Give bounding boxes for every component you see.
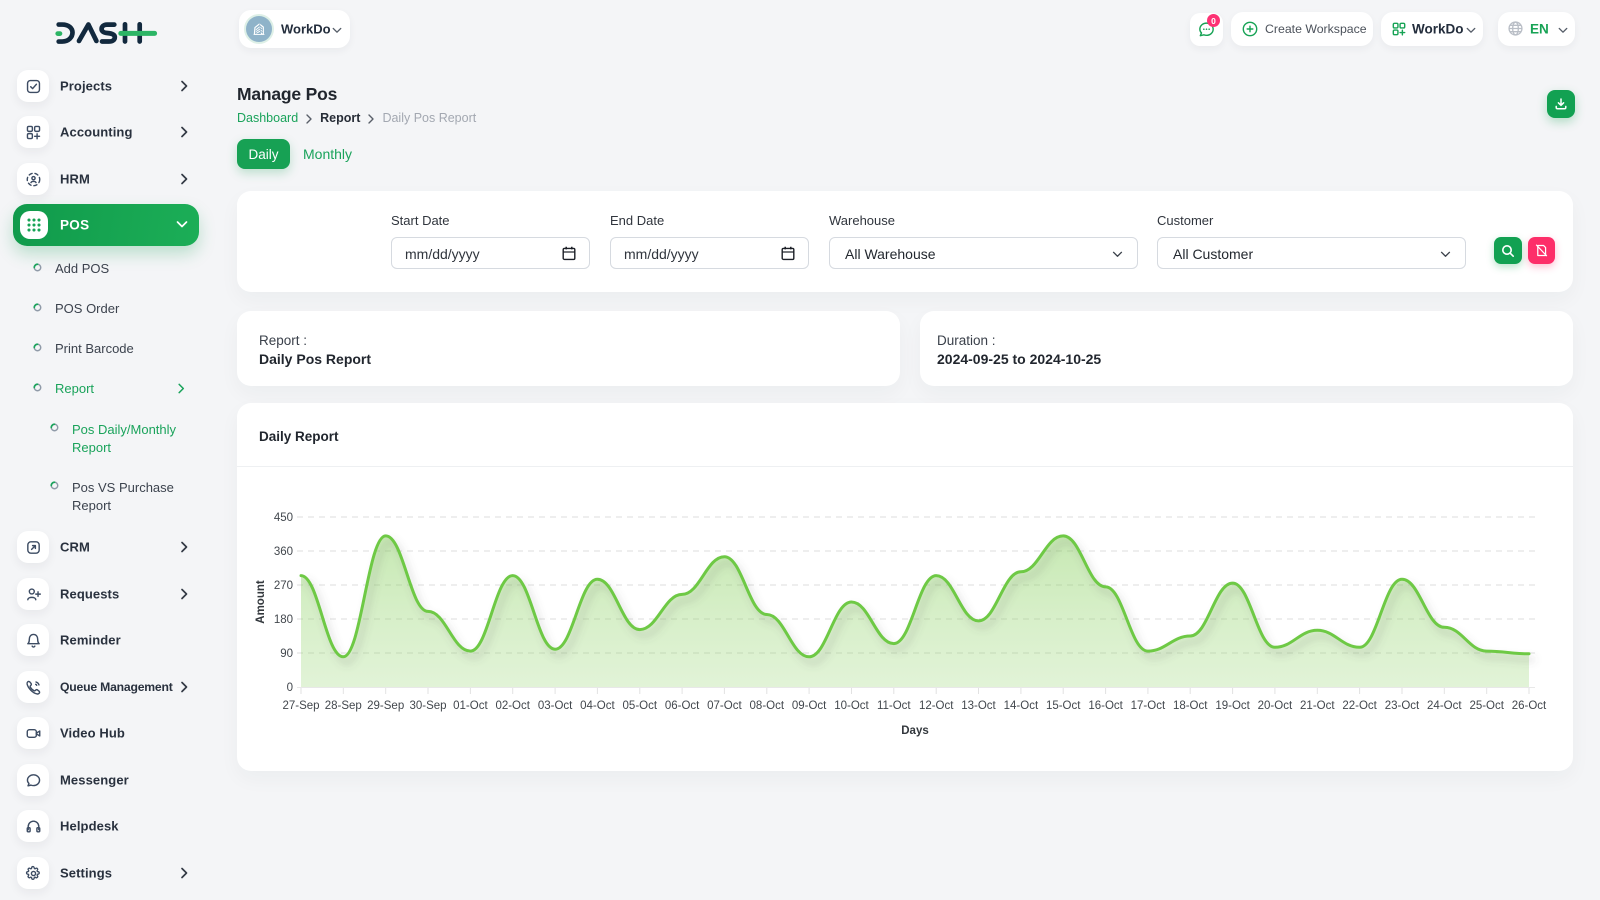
svg-text:07-Oct: 07-Oct <box>707 700 742 712</box>
svg-text:04-Oct: 04-Oct <box>580 700 615 712</box>
svg-text:22-Oct: 22-Oct <box>1342 700 1377 712</box>
svg-text:12-Oct: 12-Oct <box>919 700 954 712</box>
svg-text:90: 90 <box>280 648 293 660</box>
svg-text:01-Oct: 01-Oct <box>453 700 488 712</box>
svg-text:23-Oct: 23-Oct <box>1385 700 1420 712</box>
svg-text:16-Oct: 16-Oct <box>1088 700 1123 712</box>
svg-text:06-Oct: 06-Oct <box>665 700 700 712</box>
svg-text:13-Oct: 13-Oct <box>961 700 996 712</box>
svg-text:10-Oct: 10-Oct <box>834 700 869 712</box>
svg-text:450: 450 <box>274 512 293 524</box>
svg-text:02-Oct: 02-Oct <box>495 700 530 712</box>
svg-text:270: 270 <box>274 580 293 592</box>
svg-text:21-Oct: 21-Oct <box>1300 700 1335 712</box>
svg-text:Days: Days <box>901 725 929 737</box>
svg-text:08-Oct: 08-Oct <box>750 700 785 712</box>
svg-text:03-Oct: 03-Oct <box>538 700 573 712</box>
svg-text:25-Oct: 25-Oct <box>1469 700 1504 712</box>
svg-text:09-Oct: 09-Oct <box>792 700 827 712</box>
svg-text:14-Oct: 14-Oct <box>1004 700 1039 712</box>
svg-text:29-Sep: 29-Sep <box>367 700 404 712</box>
svg-text:05-Oct: 05-Oct <box>623 700 658 712</box>
svg-text:24-Oct: 24-Oct <box>1427 700 1462 712</box>
svg-text:180: 180 <box>274 614 293 626</box>
svg-text:28-Sep: 28-Sep <box>325 700 362 712</box>
svg-text:26-Oct: 26-Oct <box>1512 700 1547 712</box>
svg-text:Amount: Amount <box>255 580 267 624</box>
svg-text:27-Sep: 27-Sep <box>282 700 319 712</box>
svg-text:11-Oct: 11-Oct <box>877 700 911 712</box>
svg-text:20-Oct: 20-Oct <box>1258 700 1293 712</box>
svg-text:15-Oct: 15-Oct <box>1046 700 1081 712</box>
svg-text:17-Oct: 17-Oct <box>1131 700 1166 712</box>
svg-text:360: 360 <box>274 546 293 558</box>
svg-text:0: 0 <box>287 682 293 694</box>
svg-text:30-Sep: 30-Sep <box>409 700 446 712</box>
svg-text:19-Oct: 19-Oct <box>1215 700 1250 712</box>
svg-text:18-Oct: 18-Oct <box>1173 700 1208 712</box>
